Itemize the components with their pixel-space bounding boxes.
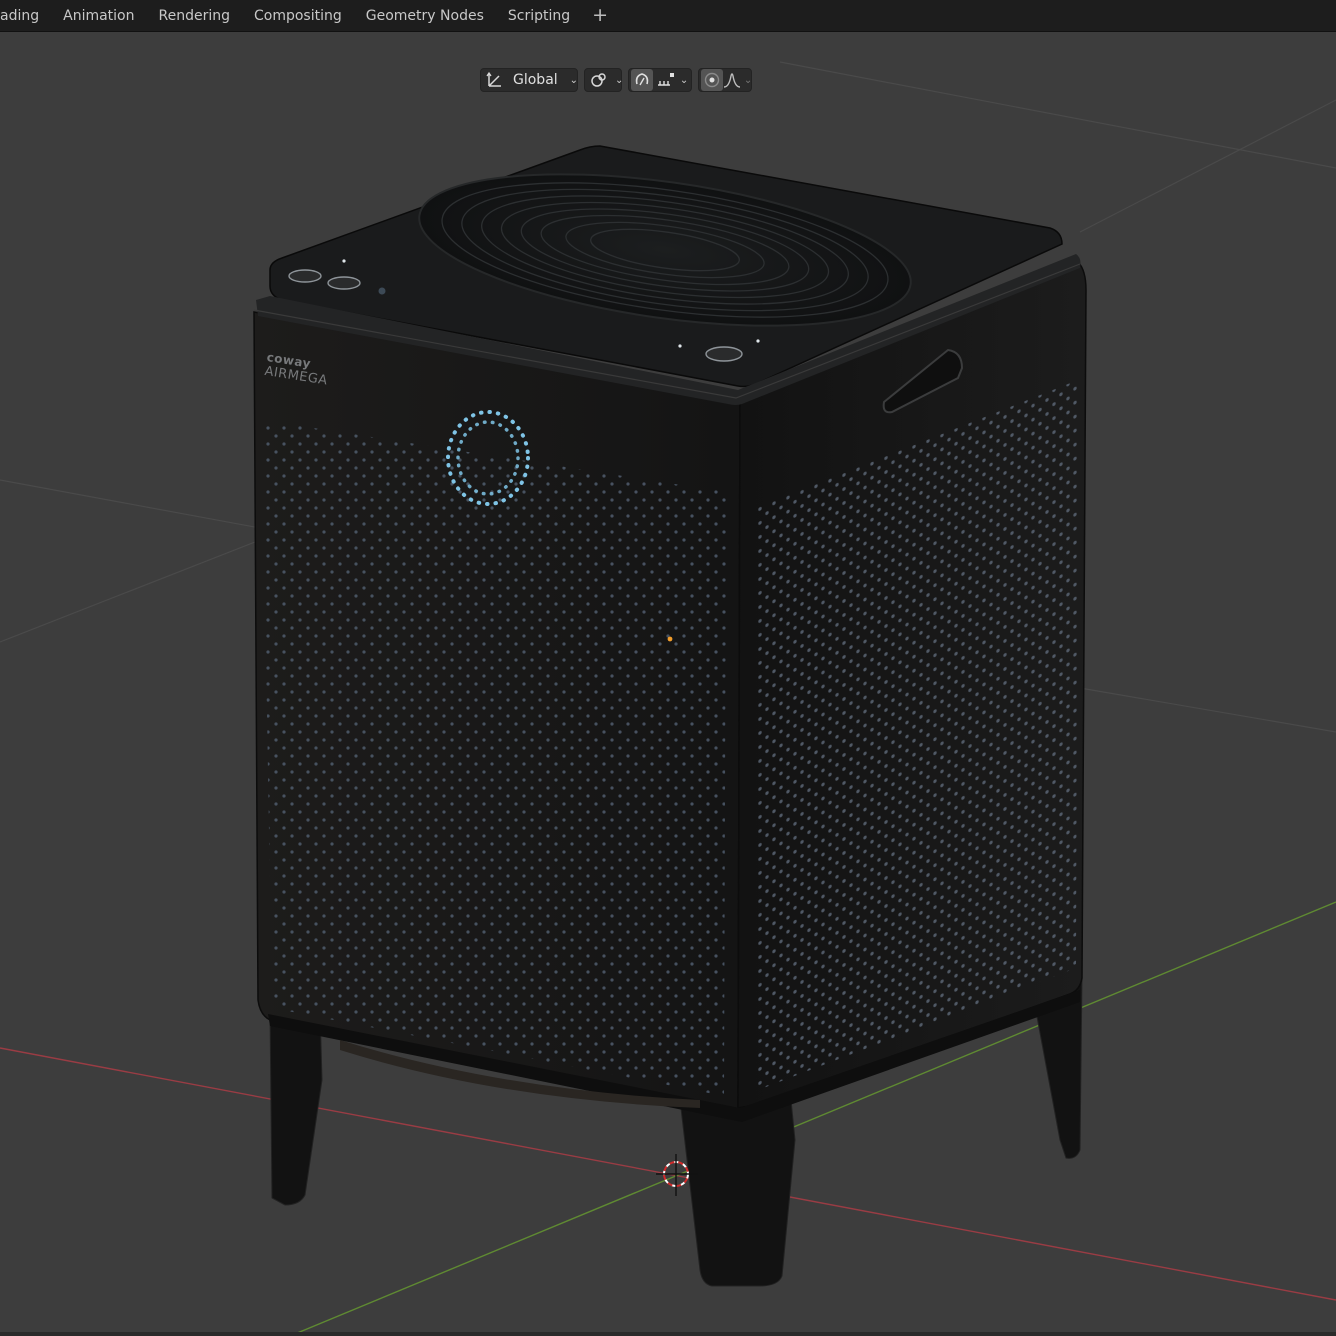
transform-orientation-value: Global [513,72,558,88]
snap-icon [632,70,652,90]
viewport-header-toolbar: Global ⌄ ⌄ ⌄ ⌄ [480,68,752,92]
tab-rendering[interactable]: Rendering [147,0,243,32]
tab-geometry-nodes[interactable]: Geometry Nodes [354,0,496,32]
chevron-down-icon: ⌄ [679,74,689,86]
tab-compositing[interactable]: Compositing [242,0,354,32]
object-origin [667,636,673,642]
tab-shading[interactable]: ading [0,0,51,32]
chevron-down-icon: ⌄ [743,74,753,86]
falloff-dropdown[interactable]: ⌄ [723,69,752,91]
chevron-down-icon: ⌄ [615,74,624,86]
snap-increment-icon [656,70,678,90]
transform-orientation-icon [485,70,505,90]
3d-viewport[interactable]: coway AIRMEGA Global ⌄ ⌄ ⌄ ⌄ [0,32,1336,1336]
proportional-edit-toggle[interactable] [701,69,723,91]
workspace-tab-bar: ading Animation Rendering Compositing Ge… [0,0,1336,32]
snap-controls: ⌄ [628,68,692,92]
proportional-edit-icon [702,70,722,90]
viewport-bottom-edge [0,1332,1336,1336]
proportional-edit-controls: ⌄ [698,68,752,92]
scene-render [0,61,1336,1336]
snap-toggle[interactable] [631,69,653,91]
pivot-point-dropdown[interactable]: ⌄ [584,68,624,92]
chevron-down-icon: ⌄ [569,74,579,86]
tab-animation[interactable]: Animation [51,0,146,32]
pivot-point-icon [589,70,609,90]
tab-scripting[interactable]: Scripting [496,0,582,32]
add-workspace-button[interactable]: + [582,0,618,32]
snap-increment-dropdown[interactable]: ⌄ [657,69,689,91]
transform-orientation-dropdown[interactable]: Global ⌄ [480,68,578,92]
falloff-curve-icon [722,70,742,90]
